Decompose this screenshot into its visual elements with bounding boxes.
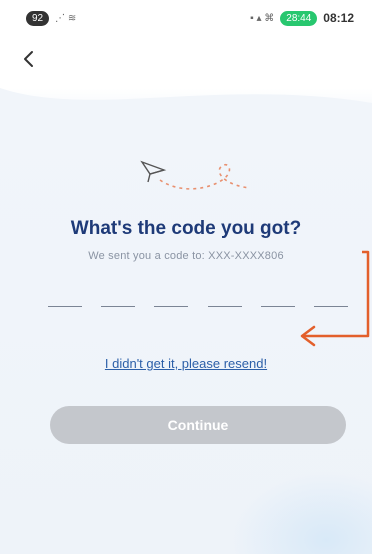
- paper-plane-icon: [140, 160, 251, 190]
- resend-link[interactable]: I didn't get it, please resend!: [0, 356, 372, 371]
- continue-button[interactable]: Continue: [50, 406, 346, 444]
- otp-digit-3[interactable]: [154, 290, 189, 307]
- status-bar-right: ▪ ▴ ⌘ 28:44 08:12: [250, 10, 354, 26]
- page-title: What's the code you got?: [70, 218, 302, 239]
- status-time: 08:12: [323, 11, 354, 25]
- annotation-arrow-icon: [300, 250, 370, 347]
- otp-digit-1[interactable]: [48, 290, 82, 307]
- signal-icon: ⋰ ≋: [55, 12, 77, 24]
- speed-pill: 28:44: [280, 10, 318, 26]
- otp-digit-2[interactable]: [101, 290, 136, 307]
- network-icons: ▪ ▴ ⌘: [250, 12, 275, 24]
- header-wave: [0, 88, 372, 138]
- status-bar: 92 ⋰ ≋ ▪ ▴ ⌘ 28:44 08:12: [0, 0, 372, 36]
- background-glow: [230, 470, 372, 554]
- otp-digit-4[interactable]: [207, 290, 242, 307]
- status-bar-left: 92 ⋰ ≋: [26, 10, 77, 26]
- otp-screen: 92 ⋰ ≋ ▪ ▴ ⌘ 28:44 08:12 What's the code…: [0, 0, 372, 554]
- notification-badge: 92: [26, 10, 50, 26]
- chevron-left-icon: [24, 51, 33, 67]
- back-button[interactable]: [22, 44, 52, 74]
